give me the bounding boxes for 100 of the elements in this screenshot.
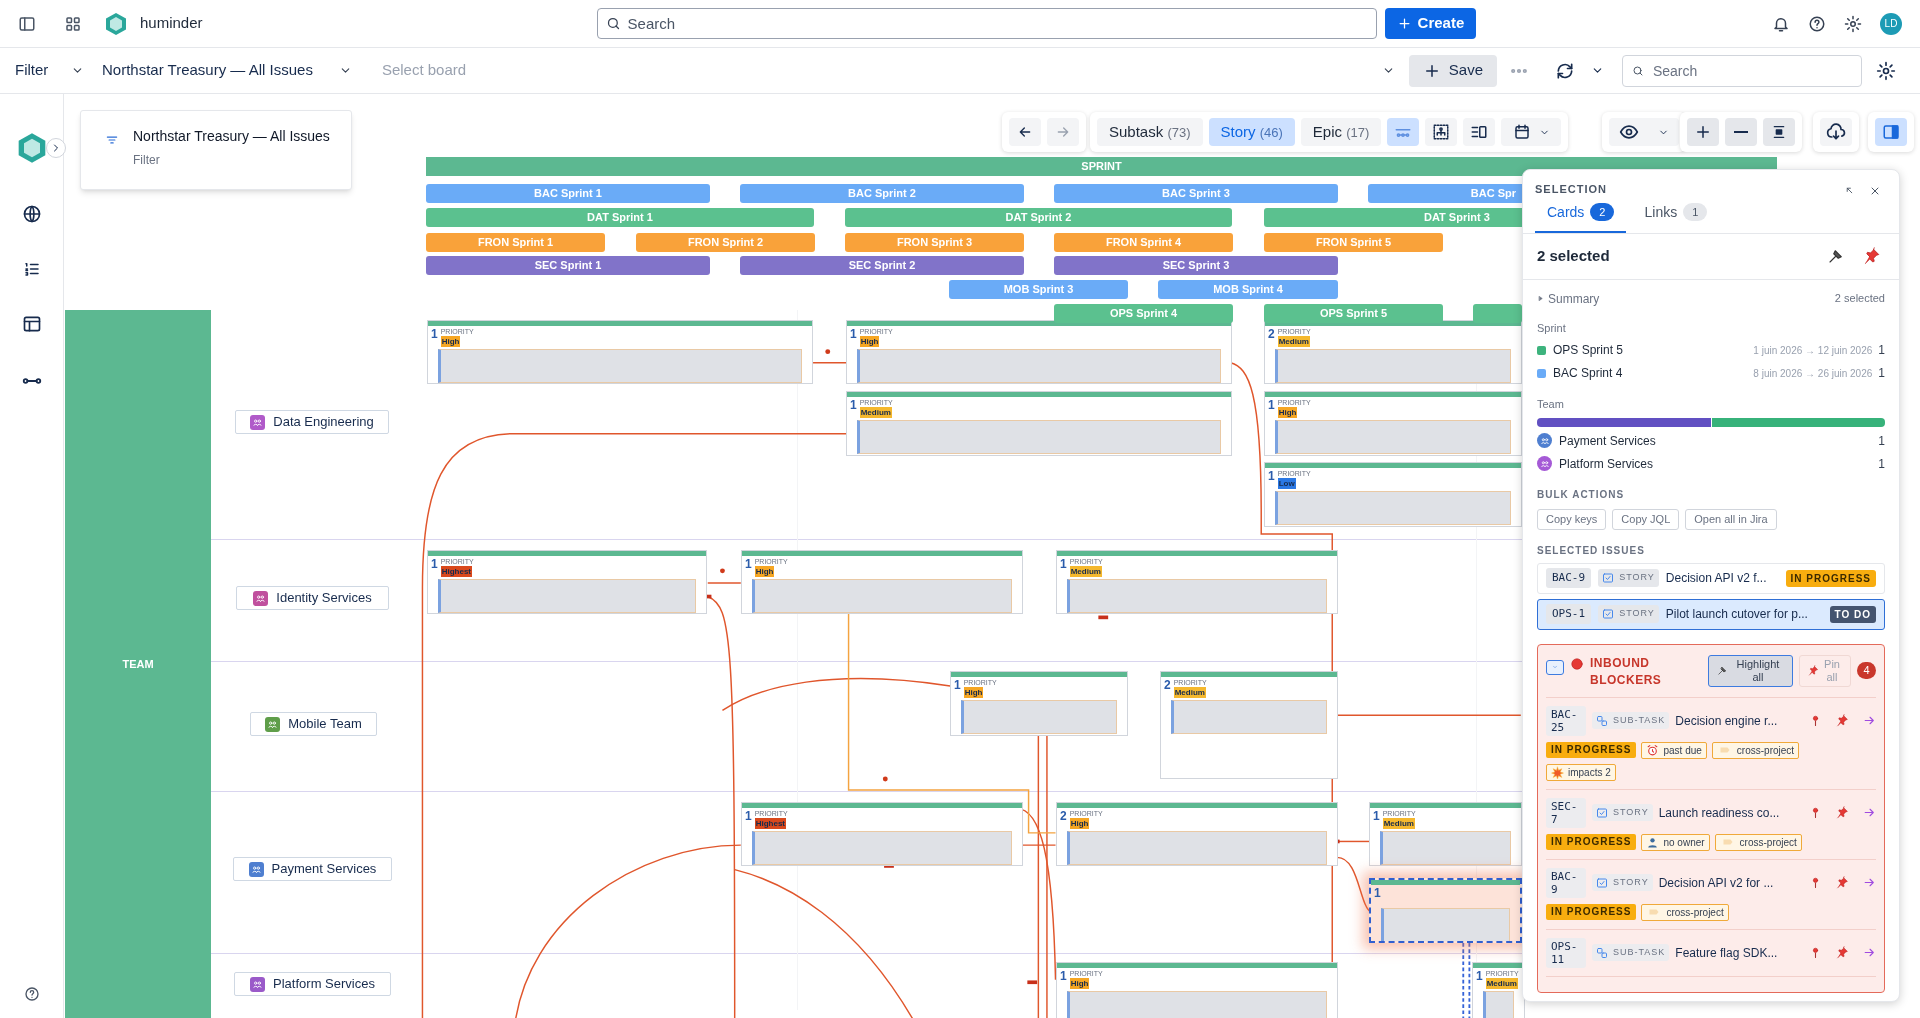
team-name: Platform Services <box>1559 455 1654 473</box>
issue-card[interactable]: 1 <box>1369 878 1522 943</box>
pushpin-icon <box>1836 806 1849 819</box>
settings-icon[interactable] <box>1844 14 1862 33</box>
sprint-label: DAT Sprint 2 <box>1005 210 1072 226</box>
priority-badge: Medium <box>1277 336 1310 347</box>
calendar-dropdown[interactable] <box>1501 118 1562 146</box>
board-search-field[interactable]: Search <box>1621 54 1862 87</box>
zoom-in-button[interactable] <box>1687 118 1719 146</box>
list-panel-icon <box>1470 123 1489 141</box>
blocker-tag: past due <box>1641 741 1707 759</box>
subtask-icon <box>1596 946 1608 959</box>
panel-tab[interactable]: Links 1 <box>1632 199 1720 233</box>
collapse-toggle[interactable] <box>1546 659 1564 675</box>
team-name: Data Engineering <box>273 413 374 432</box>
sprint-dates: 1 juin 2026 → 12 juin 2026 <box>1753 343 1873 358</box>
team-label[interactable]: Payment Services <box>233 857 392 881</box>
save-button[interactable]: Save <box>1408 54 1497 87</box>
sprint-label: FRON Sprint 5 <box>1315 235 1392 251</box>
team-label[interactable]: Identity Services <box>236 586 389 610</box>
blocker-tag: cross-project <box>1714 833 1802 851</box>
hexagon-logo-icon[interactable] <box>104 11 128 36</box>
priority-badge: High <box>1069 978 1090 989</box>
app-name: huminder <box>140 13 203 34</box>
issue-title: Launch readiness co... <box>1658 804 1781 822</box>
highlight-all-button[interactable]: Highlight all <box>1708 654 1793 687</box>
globe-icon[interactable] <box>21 204 42 224</box>
link-view-button[interactable] <box>1387 118 1420 146</box>
panel-tab[interactable]: Cards 2 <box>1535 199 1627 233</box>
card-count: 1 <box>1268 469 1275 483</box>
zoom-out-button[interactable] <box>1725 118 1757 146</box>
arrow-right-icon[interactable] <box>1863 806 1876 819</box>
checkbox-icon <box>1596 806 1608 819</box>
issue-type-tag: STORY <box>1592 873 1653 892</box>
expand-button[interactable] <box>45 138 66 158</box>
issue-type-tag: SUB-TASK <box>1592 711 1670 730</box>
list-view-button[interactable] <box>1463 118 1496 146</box>
issue-title: Decision API v2 f... <box>1665 570 1768 587</box>
fit-button[interactable] <box>1763 118 1795 146</box>
selected-count: 2 selected <box>1537 245 1610 266</box>
visibility-dropdown[interactable] <box>1609 118 1679 146</box>
panel-toggle-button[interactable] <box>1875 118 1907 146</box>
close-icon[interactable] <box>1869 185 1881 197</box>
pushpin-icon <box>1836 714 1849 727</box>
sidebar-toggle-icon[interactable] <box>18 14 36 33</box>
type-filter-tab[interactable]: Story (46) <box>1208 118 1295 146</box>
arrow-right-icon[interactable] <box>1863 876 1876 889</box>
arrow-right-icon[interactable] <box>1863 714 1876 727</box>
create-button[interactable]: Create <box>1384 8 1477 39</box>
blocker-count-badge: 4 <box>1857 661 1876 679</box>
blocker-tag: cross-project <box>1711 741 1800 759</box>
settings-icon[interactable] <box>1875 60 1896 81</box>
arrow-right-icon[interactable] <box>1863 946 1876 959</box>
priority-badge: Medium <box>1382 818 1415 829</box>
help-icon[interactable] <box>1808 14 1826 33</box>
connector-line <box>812 361 847 364</box>
issue-key: BAC-25 <box>1546 705 1586 736</box>
team-label[interactable]: Platform Services <box>234 972 391 996</box>
priority-badge: High <box>754 566 775 577</box>
issue-type-tag: STORY <box>1598 605 1659 623</box>
bulk-action-button[interactable]: Copy JQL <box>1612 508 1680 530</box>
sprint-name: BAC Sprint 4 <box>1553 365 1623 382</box>
eye-icon <box>1618 122 1639 142</box>
team-label[interactable]: Mobile Team <box>250 712 377 736</box>
bulk-action-button[interactable]: Open all in Jira <box>1685 508 1777 530</box>
selected-issue-row[interactable]: OPS-1 STORY Pilot launch cutover for p... TO DO <box>1537 598 1885 630</box>
collapse-icon[interactable] <box>1844 185 1855 196</box>
sprint-label: FRON Sprint 3 <box>896 235 973 251</box>
flashlight-icon <box>1717 665 1728 676</box>
card-count: 1 <box>850 398 857 412</box>
selected-issue-row[interactable]: BAC-9 STORY Decision API v2 f... IN PROGRESS <box>1537 562 1885 594</box>
type-filter-tab[interactable]: Subtask (73) <box>1097 118 1203 146</box>
lane-label: TEAM <box>122 656 154 672</box>
summary-toggle[interactable]: Summary <box>1537 289 1600 308</box>
apps-grid-icon[interactable] <box>64 14 82 33</box>
hierarchy-button[interactable] <box>1425 118 1458 146</box>
blocker-tag: impacts 2 <box>1546 763 1616 781</box>
priority-badge: Low <box>1277 478 1296 489</box>
sprint-count: 1 <box>1878 365 1885 382</box>
cloud-download-button[interactable] <box>1820 118 1852 146</box>
search-field[interactable]: Search <box>596 8 1377 39</box>
fit-center-icon <box>1771 124 1787 140</box>
board-dropdown[interactable]: Northstar Treasury — All Issues <box>102 59 352 82</box>
team-label[interactable]: Data Engineering <box>235 410 389 434</box>
card-count: 1 <box>1060 969 1067 983</box>
sprint-label: DAT Sprint 3 <box>1424 210 1490 226</box>
help-icon[interactable] <box>23 986 40 1002</box>
numbered-list-icon[interactable] <box>22 260 41 278</box>
back-button[interactable] <box>1009 118 1041 146</box>
caret-icon <box>1552 664 1558 670</box>
section-label: Sprint <box>1537 320 1567 336</box>
bulk-action-button[interactable]: Copy keys <box>1537 508 1607 530</box>
pushpin-icon <box>1863 247 1881 265</box>
section-label: BULK ACTIONS <box>1537 487 1626 502</box>
type-filter-tab[interactable]: Epic (17) <box>1300 118 1382 146</box>
filter-dropdown[interactable]: Filter <box>0 59 88 82</box>
board-layout-icon[interactable] <box>21 314 42 334</box>
issue-key: BAC-9 <box>1546 867 1586 898</box>
sprint-label: BAC Sprint 2 <box>848 186 916 202</box>
team-name: Mobile Team <box>288 715 362 734</box>
